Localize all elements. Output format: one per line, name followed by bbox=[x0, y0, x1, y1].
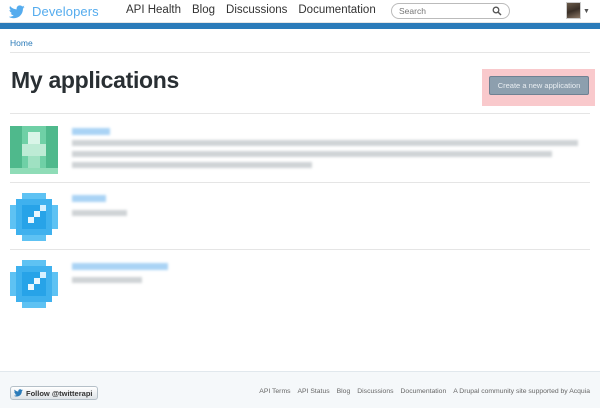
brand-label: Developers bbox=[32, 4, 99, 19]
footer: Follow @twitterapi API Terms API Status … bbox=[0, 371, 600, 408]
blue-check-app-icon[interactable] bbox=[10, 260, 58, 308]
search-icon[interactable] bbox=[492, 6, 502, 16]
app-description bbox=[72, 162, 312, 168]
divider bbox=[10, 52, 590, 53]
app-description bbox=[72, 140, 578, 146]
footer-link-blog[interactable]: Blog bbox=[337, 388, 351, 395]
nav-api-health[interactable]: API Health bbox=[126, 4, 181, 16]
app-description bbox=[72, 277, 142, 283]
breadcrumb-home[interactable]: Home bbox=[10, 38, 33, 48]
search-box bbox=[391, 3, 510, 19]
search-input[interactable] bbox=[399, 5, 489, 17]
app-name-link[interactable] bbox=[72, 128, 110, 135]
follow-twitterapi-button[interactable]: Follow @twitterapi bbox=[10, 386, 99, 400]
nav-blog[interactable]: Blog bbox=[192, 4, 215, 16]
main-nav: API Health Blog Discussions Documentatio… bbox=[126, 4, 387, 16]
footer-link-api-terms[interactable]: API Terms bbox=[259, 388, 290, 395]
app-name-link[interactable] bbox=[72, 263, 168, 270]
footer-link-api-status[interactable]: API Status bbox=[298, 388, 330, 395]
app-description bbox=[72, 151, 552, 157]
divider bbox=[10, 249, 590, 250]
divider bbox=[10, 113, 590, 114]
twitter-bird-icon bbox=[9, 4, 25, 18]
footer-link-documentation[interactable]: Documentation bbox=[401, 388, 447, 395]
app-name-link[interactable] bbox=[72, 195, 106, 202]
top-nav-bar: Developers API Health Blog Discussions D… bbox=[0, 0, 600, 23]
divider bbox=[10, 182, 590, 183]
app-description bbox=[72, 210, 127, 216]
nav-documentation[interactable]: Documentation bbox=[298, 4, 375, 16]
nav-discussions[interactable]: Discussions bbox=[226, 4, 287, 16]
blue-check-app-icon[interactable] bbox=[10, 193, 58, 241]
footer-links: API Terms API Status Blog Discussions Do… bbox=[252, 388, 590, 395]
accent-strip bbox=[0, 23, 600, 29]
user-avatar[interactable] bbox=[566, 2, 581, 19]
green-app-icon[interactable] bbox=[10, 126, 58, 174]
page-title: My applications bbox=[11, 67, 180, 93]
follow-label: Follow @twitterapi bbox=[26, 388, 93, 398]
chevron-down-icon[interactable]: ▼ bbox=[583, 8, 590, 15]
footer-link-discussions[interactable]: Discussions bbox=[357, 388, 393, 395]
footer-link-acquia[interactable]: A Drupal community site supported by Acq… bbox=[453, 388, 590, 395]
twitter-bird-icon bbox=[14, 389, 23, 397]
developers-home-link[interactable]: Developers bbox=[9, 3, 99, 20]
create-new-application-button[interactable]: Create a new application bbox=[489, 76, 589, 95]
